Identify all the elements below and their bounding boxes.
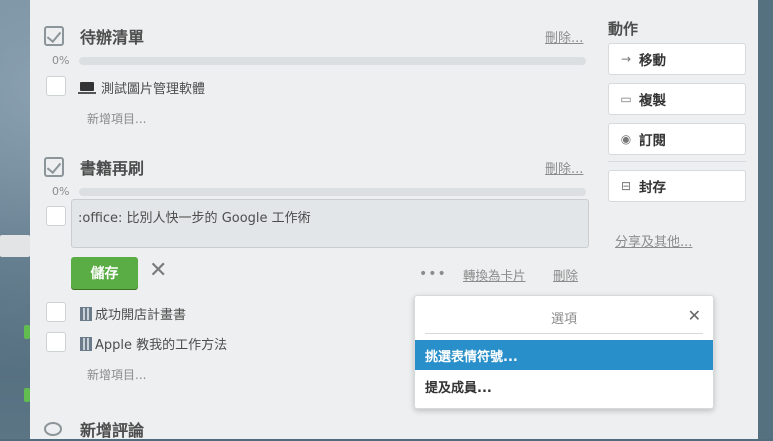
checklist-icon	[44, 26, 64, 46]
office-building-icon	[80, 306, 92, 321]
more-options-icon[interactable]: •••	[419, 266, 447, 282]
progress-percent: 0%	[52, 185, 70, 198]
mention-member-option[interactable]: 提及成員...	[415, 371, 713, 401]
checklist-icon	[44, 157, 64, 177]
delete-checklist-link[interactable]: 刪除...	[545, 158, 583, 177]
checklist-header: 書籍再刷	[44, 155, 144, 179]
checklist-header: 待辦清單	[44, 24, 144, 48]
checklist-title[interactable]: 待辦清單	[80, 24, 144, 48]
board-card-peek	[0, 235, 30, 257]
checklist-title[interactable]: 書籍再刷	[80, 155, 144, 179]
delete-checklist-link[interactable]: 刪除...	[545, 27, 583, 46]
eye-icon: ◉	[620, 132, 632, 146]
popover-title: 選項	[550, 312, 577, 327]
progress-percent: 0%	[52, 54, 70, 67]
copy-icon: ▭	[620, 92, 632, 106]
item-edit-textarea[interactable]: :office: 比別人快一步的 Google 工作術	[71, 199, 589, 248]
close-icon[interactable]: ✕	[688, 306, 701, 325]
office-building-icon	[80, 336, 92, 351]
button-label: 封存	[639, 180, 666, 196]
board-right-edge	[758, 0, 773, 439]
item-checkbox[interactable]	[46, 302, 66, 322]
options-popover: 選項 ✕ 挑選表情符號... 提及成員...	[414, 295, 714, 409]
checklist-item[interactable]: 成功開店計畫書	[80, 304, 186, 323]
item-checkbox[interactable]	[46, 206, 66, 226]
move-button[interactable]: → 移動	[608, 43, 746, 75]
checklist-item[interactable]: 測試圖片管理軟體	[78, 78, 206, 97]
laptop-icon	[78, 82, 96, 94]
save-button[interactable]: 儲存	[71, 257, 138, 289]
sidebar-divider	[608, 161, 746, 162]
pick-emoji-option[interactable]: 挑選表情符號...	[415, 340, 713, 370]
checklist-item-text: Apple 教我的工作方法	[95, 338, 228, 353]
actions-heading: 動作	[608, 20, 639, 38]
item-checkbox[interactable]	[46, 332, 66, 352]
checklist-progress-bar	[79, 188, 586, 196]
checklist-item-text: 成功開店計畫書	[95, 308, 187, 323]
checklist-item[interactable]: Apple 教我的工作方法	[80, 334, 227, 353]
comment-title: 新增評論	[80, 421, 145, 440]
archive-icon: ⊟	[620, 179, 632, 193]
button-label: 複製	[639, 93, 666, 109]
item-checkbox[interactable]	[46, 76, 66, 96]
comment-header: 新增評論	[44, 417, 144, 441]
close-icon[interactable]: ✕	[149, 260, 167, 282]
checklist-item-text: 測試圖片管理軟體	[101, 82, 206, 97]
subscribe-button[interactable]: ◉ 訂閱	[608, 123, 746, 155]
comment-icon	[44, 422, 62, 436]
checklist-progress-bar	[79, 57, 586, 65]
add-item-link[interactable]: 新增項目...	[87, 366, 146, 383]
convert-to-card-link[interactable]: 轉換為卡片	[463, 265, 526, 284]
button-label: 訂閱	[639, 133, 666, 149]
add-item-link[interactable]: 新增項目...	[87, 110, 146, 127]
popover-divider	[425, 333, 703, 334]
delete-item-link[interactable]: 刪除	[553, 265, 578, 284]
button-label: 移動	[639, 53, 666, 69]
share-more-link[interactable]: 分享及其他...	[615, 231, 692, 250]
archive-button[interactable]: ⊟ 封存	[608, 170, 746, 202]
arrow-right-icon: →	[620, 52, 632, 66]
copy-button[interactable]: ▭ 複製	[608, 83, 746, 115]
